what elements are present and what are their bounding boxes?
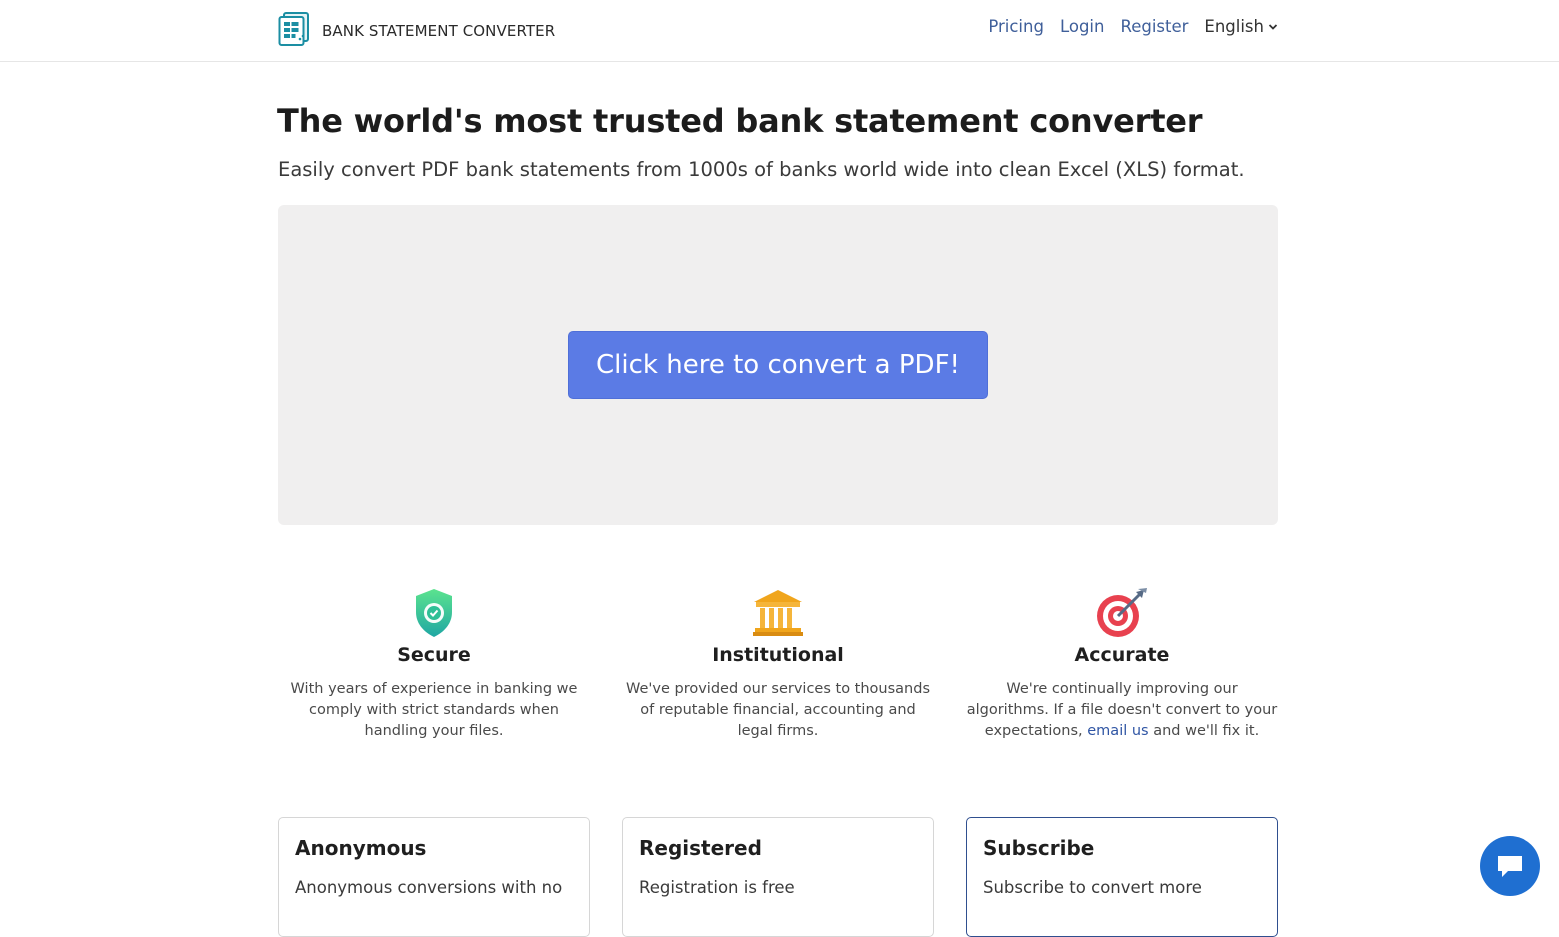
brand-name: BANK STATEMENT CONVERTER: [322, 22, 556, 40]
email-us-link[interactable]: email us: [1087, 723, 1148, 739]
target-arrow-icon: [966, 588, 1278, 640]
spreadsheet-logo-icon: [278, 12, 310, 50]
chat-widget-button[interactable]: [1480, 836, 1540, 896]
plan-text: Subscribe to convert more: [983, 878, 1202, 897]
shield-check-icon: [278, 588, 590, 640]
chevron-down-icon: [1268, 23, 1278, 30]
top-navbar: BANK STATEMENT CONVERTER Pricing Login R…: [0, 0, 1559, 62]
plan-title: Anonymous: [295, 836, 427, 860]
feature-title: Secure: [397, 644, 471, 666]
feature-title: Accurate: [1074, 644, 1170, 666]
nav-register-link[interactable]: Register: [1120, 17, 1188, 36]
upload-dropzone[interactable]: Click here to convert a PDF!: [278, 205, 1278, 525]
feature-accurate: Accurate We're continually improving our…: [966, 588, 1278, 742]
chat-bubble-icon: [1498, 856, 1522, 877]
feature-text-part: and we'll fix it.: [1153, 723, 1260, 739]
nav-login-link[interactable]: Login: [1060, 17, 1105, 36]
feature-secure: Secure With years of experience in banki…: [278, 588, 590, 742]
plan-card-subscribe: Subscribe Subscribe to convert more: [966, 817, 1278, 937]
brand-link[interactable]: BANK STATEMENT CONVERTER: [278, 12, 555, 50]
nav-pricing-link[interactable]: Pricing: [988, 17, 1044, 36]
page-title: The world's most trusted bank statement …: [277, 102, 1203, 140]
feature-institutional: Institutional We've provided our service…: [622, 588, 934, 742]
plan-text: Registration is free: [639, 878, 795, 897]
bank-building-icon: [622, 588, 934, 640]
plan-title: Subscribe: [983, 836, 1095, 860]
feature-text: With years of experience in banking we c…: [290, 681, 578, 739]
plan-title: Registered: [639, 836, 762, 860]
feature-text: We're continually improving our algorith…: [966, 679, 1278, 742]
plan-card-anonymous: Anonymous Anonymous conversions with no: [278, 817, 590, 937]
feature-text: We've provided our services to thousands…: [626, 681, 930, 739]
plan-card-registered: Registered Registration is free: [622, 817, 934, 937]
language-label: English: [1204, 17, 1264, 36]
feature-title: Institutional: [712, 644, 844, 666]
main-nav: Pricing Login Register English: [972, 17, 1278, 36]
page-subtitle: Easily convert PDF bank statements from …: [278, 158, 1245, 181]
convert-pdf-button[interactable]: Click here to convert a PDF!: [568, 331, 988, 399]
plan-text: Anonymous conversions with no: [295, 878, 563, 897]
language-selector[interactable]: English: [1204, 17, 1278, 36]
